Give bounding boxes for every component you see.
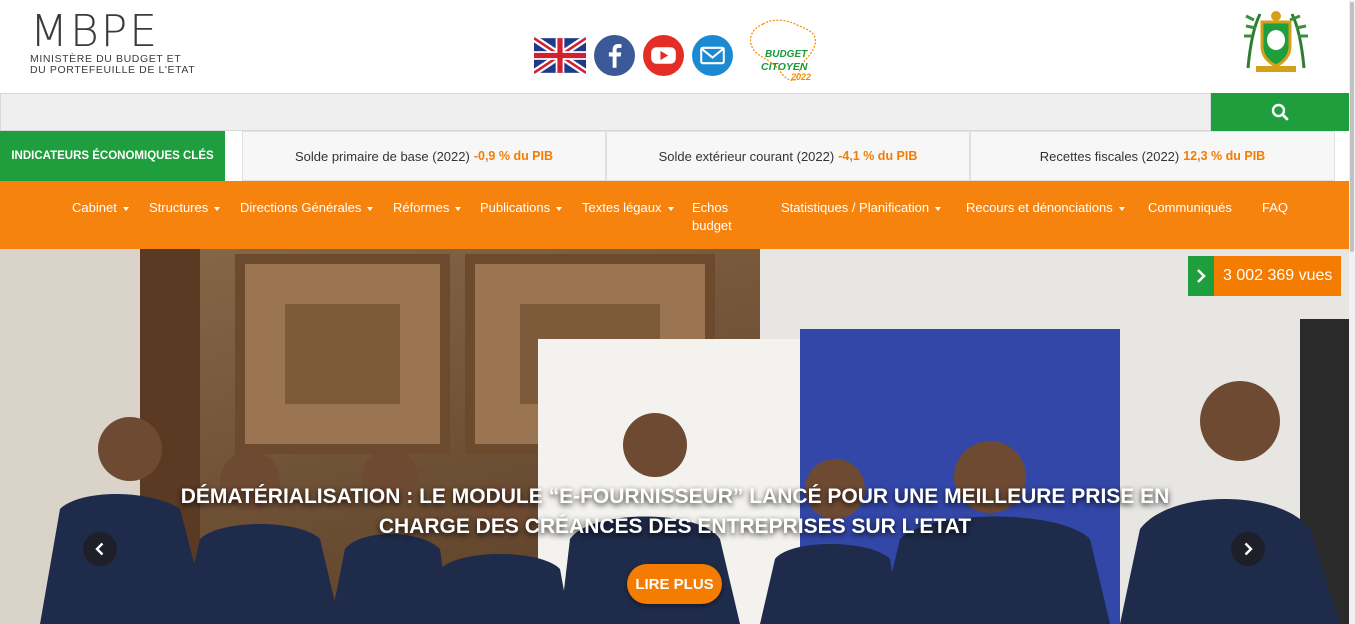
views-counter: 3 002 369 vues: [1188, 256, 1342, 296]
chevron-right-icon: [1197, 269, 1206, 283]
indicator-recettes-fiscales: Recettes fiscales (2022) 12,3 % du PIB: [970, 131, 1335, 181]
nav-item-cabinet[interactable]: Cabinet: [72, 199, 129, 217]
hero-caption: Dématérialisation : le module “E-FOURNIS…: [180, 485, 1170, 538]
coat-of-arms-icon: [1244, 11, 1308, 72]
logo-mark: MBPE: [30, 6, 160, 57]
nav-item-directions-generales[interactable]: Directions Générales: [240, 199, 374, 217]
page-scrollbar[interactable]: [1349, 0, 1355, 624]
youtube-icon[interactable]: [643, 35, 684, 76]
nav-item-reformes[interactable]: Réformes: [393, 199, 462, 217]
nav-item-label: Réformes: [393, 200, 450, 215]
views-arrow[interactable]: [1188, 256, 1214, 296]
uk-flag-icon[interactable]: [534, 35, 586, 76]
views-count: 3 002 369 vues: [1214, 256, 1342, 296]
hero-carousel: 3 002 369 vues Dématérialisation : le mo…: [0, 249, 1349, 624]
indicator-value: -4,1 % du PIB: [838, 149, 918, 163]
nav-item-recours[interactable]: Recours et dénonciations: [966, 199, 1125, 217]
nav-item-label: Recours et dénonciations: [966, 200, 1113, 215]
search-input[interactable]: [0, 93, 1211, 131]
indicator-value: -0,9 % du PIB: [473, 149, 554, 163]
nav-item-label: FAQ: [1262, 200, 1289, 215]
nav-item-label: Cabinet: [72, 200, 117, 215]
mbpe-logo[interactable]: MBPE Ministère du Budget et du Portefeui…: [30, 10, 225, 80]
logo-subtitle-line2: du Portefeuille de l'Etat: [30, 64, 196, 76]
indicator-label: Solde extérieur courant (2022): [658, 148, 835, 164]
page: MBPE Ministère du Budget et du Portefeui…: [0, 0, 1355, 624]
nav-item-label: Textes légaux: [582, 200, 662, 215]
indicator-label: Recettes fiscales (2022): [1039, 148, 1180, 164]
caret-down-icon: [367, 206, 374, 211]
site-header: MBPE Ministère du Budget et du Portefeui…: [0, 0, 1355, 93]
facebook-icon[interactable]: [594, 35, 635, 76]
nav-item-statistiques[interactable]: Statistiques / Planification: [781, 199, 942, 217]
nav-item-label: Structures: [149, 200, 209, 215]
chevron-left-icon: [95, 542, 104, 556]
header-links: BUDGET CITOYEN 2022: [534, 16, 821, 86]
nav-item-echos-budget[interactable]: Echos budget: [692, 199, 744, 235]
nav-item-structures[interactable]: Structures: [149, 199, 221, 217]
nav-item-textes-legaux[interactable]: Textes légaux: [582, 199, 674, 217]
caret-down-icon: [935, 206, 942, 211]
read-more-button[interactable]: LIRE PLUS: [627, 564, 722, 604]
carousel-prev-button[interactable]: [83, 532, 117, 566]
indicator-label: Solde primaire de base (2022): [294, 148, 470, 164]
caret-down-icon: [455, 206, 462, 211]
nav-item-label: Directions Générales: [240, 200, 362, 215]
nav-item-faq[interactable]: FAQ: [1262, 199, 1288, 217]
email-icon[interactable]: [692, 35, 733, 76]
nav-item-publications[interactable]: Publications: [480, 199, 563, 217]
caret-down-icon: [122, 206, 129, 211]
scrollbar-thumb[interactable]: [1350, 2, 1354, 252]
nav-item-label: Statistiques / Planification: [781, 200, 930, 215]
nav-item-label: Echos budget: [692, 200, 732, 233]
search-icon: [1271, 103, 1289, 121]
main-nav: Cabinet Structures Directions Générales …: [0, 181, 1349, 249]
budget-citoyen-logo[interactable]: BUDGET CITOYEN 2022: [743, 16, 821, 86]
indicator-solde-primaire: Solde primaire de base (2022) -0,9 % du …: [242, 131, 606, 181]
caret-down-icon: [1118, 206, 1125, 211]
chevron-right-icon: [1244, 542, 1253, 556]
budget-citoyen-year: 2022: [791, 72, 812, 82]
search-button[interactable]: [1211, 93, 1349, 131]
nav-item-communiques[interactable]: Communiqués: [1148, 199, 1232, 217]
nav-item-label: Communiqués: [1148, 200, 1232, 215]
caret-down-icon: [667, 206, 674, 211]
caret-down-icon: [214, 206, 221, 211]
indicator-solde-exterieur: Solde extérieur courant (2022) -4,1 % du…: [606, 131, 970, 181]
indicator-value: 12,3 % du PIB: [1183, 149, 1266, 163]
carousel-next-button[interactable]: [1231, 532, 1265, 566]
budget-citoyen-line1: BUDGET: [765, 49, 808, 60]
nav-item-label: Publications: [480, 200, 551, 215]
indicators-label: Indicateurs économiques clés: [0, 131, 225, 181]
caret-down-icon: [556, 206, 563, 211]
